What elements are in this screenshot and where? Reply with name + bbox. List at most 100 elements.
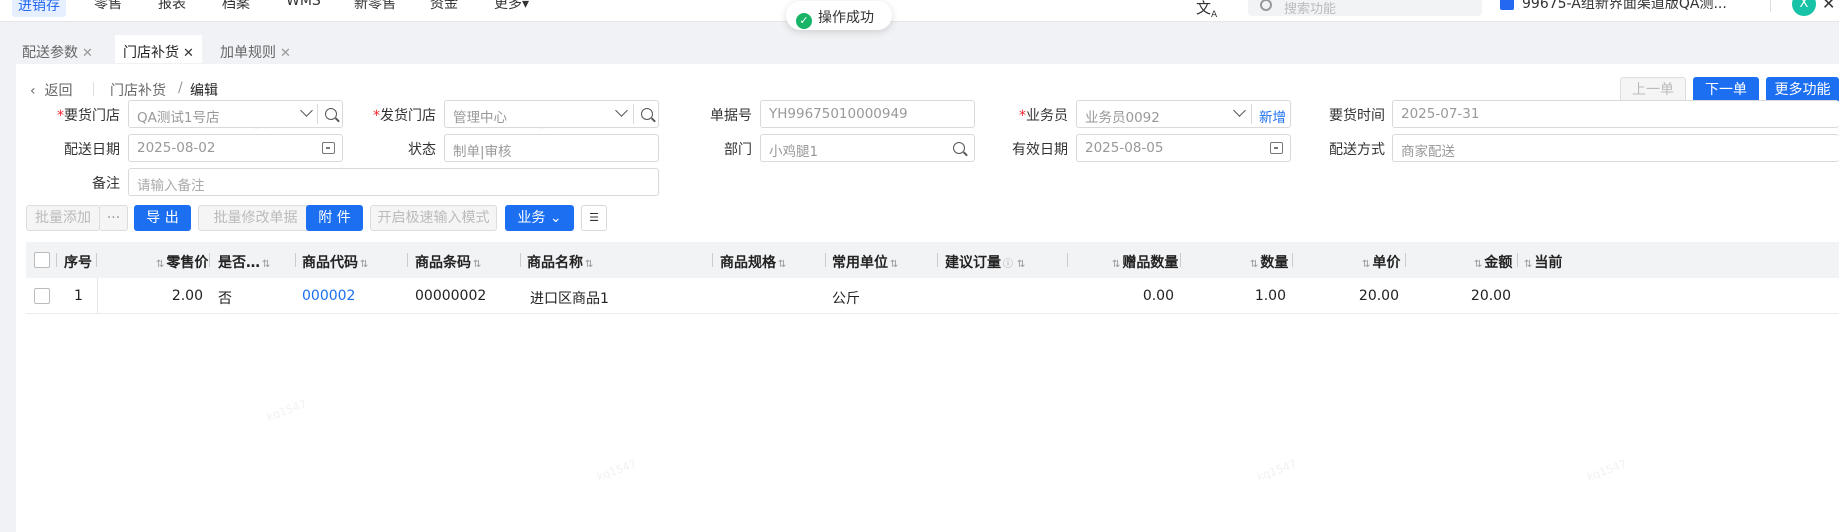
column-header[interactable]: 商品代码 ⇅: [302, 252, 370, 272]
menu-retail[interactable]: 零售: [94, 0, 122, 13]
divider: [93, 82, 94, 96]
search-icon[interactable]: [641, 108, 653, 120]
column-header[interactable]: ⇅ 数量: [1248, 252, 1288, 272]
global-search-input[interactable]: 搜索功能: [1248, 0, 1482, 17]
info-icon: ⓘ: [1003, 259, 1013, 270]
more-actions-button[interactable]: ···: [99, 205, 128, 231]
table-row[interactable]: 1 2.00 否 000002 00000002 进口区商品1 公斤 0.00 …: [26, 278, 1839, 314]
close-icon[interactable]: ✕: [1822, 0, 1835, 13]
request-store-select[interactable]: QA测试1号店: [128, 100, 343, 128]
valid-date-picker[interactable]: 2025-08-05: [1076, 134, 1291, 162]
watermark: kq1547: [265, 397, 309, 424]
avatar[interactable]: X: [1792, 0, 1816, 16]
check-circle-icon: ✓: [796, 13, 812, 29]
remark-label: 备注: [92, 176, 120, 192]
column-header[interactable]: ⇅ 金额: [1472, 252, 1512, 272]
watermark: kq1547: [1585, 457, 1629, 484]
chevron-down-icon: [300, 104, 313, 117]
status-field: 制单|审核: [444, 134, 659, 162]
column-header[interactable]: 商品条码 ⇅: [415, 252, 483, 272]
column-header[interactable]: ⇅ 赠品数量: [1110, 252, 1178, 272]
tab-delivery-params[interactable]: 配送参数 ✕: [14, 35, 101, 63]
chevron-down-icon: [1233, 104, 1246, 117]
main-content: kq1547 kq1547 kq1547 kq1547 kq1547 kq154…: [16, 64, 1839, 532]
store-selector[interactable]: 99675-A组新界面渠道版QA测...: [1500, 0, 1727, 13]
tab-close-icon[interactable]: ✕: [280, 46, 291, 61]
watermark: kq1547: [1255, 457, 1299, 484]
tab-close-icon[interactable]: ✕: [183, 46, 194, 61]
cell-unit: 公斤: [832, 291, 860, 307]
left-sidebar-strip: [0, 64, 16, 532]
watermark: kq1547: [595, 457, 639, 484]
remark-input[interactable]: 请输入备注: [128, 168, 659, 196]
quick-input-button[interactable]: 开启极速输入模式: [370, 205, 497, 231]
column-header[interactable]: 商品名称 ⇅: [527, 252, 595, 272]
salesman-label: *业务员: [1019, 108, 1068, 124]
table-header: 序号 ⇅ 零售价 是否… ⇅ 商品代码 ⇅ 商品条码 ⇅ 商品名称 ⇅ 商品规格 ⇅ 常用单…: [26, 242, 1839, 278]
column-header[interactable]: ⇅ 单价: [1360, 252, 1400, 272]
store-icon: [1500, 0, 1514, 10]
request-time-field[interactable]: 2025-07-31: [1392, 100, 1839, 128]
row-checkbox[interactable]: [34, 288, 50, 304]
cell-retail-price: 2.00: [171, 288, 203, 304]
menu-reports[interactable]: 报表: [158, 0, 186, 13]
doc-number-label: 单据号: [710, 108, 752, 124]
delivery-method-select[interactable]: 商家配送: [1392, 134, 1839, 162]
calendar-icon: [1270, 142, 1283, 154]
delivery-date-label: 配送日期: [64, 142, 120, 158]
column-header[interactable]: 是否… ⇅: [218, 252, 272, 272]
tab-add-order-rules[interactable]: 加单规则 ✕: [212, 35, 299, 63]
success-toast: ✓ 操作成功: [786, 1, 892, 30]
cell-flag: 否: [218, 291, 232, 307]
column-header[interactable]: ⇅ 零售价: [154, 252, 208, 272]
divider: [1770, 0, 1771, 12]
tab-close-icon[interactable]: ✕: [82, 46, 93, 61]
cell-product-code-link[interactable]: 000002: [302, 288, 355, 304]
business-dropdown-button[interactable]: 业务 ⌄: [505, 205, 574, 231]
batch-modify-button[interactable]: 批量修改单据: [198, 205, 313, 231]
ship-store-label: *发货门店: [373, 108, 436, 124]
cell-unit-price: 20.00: [1358, 288, 1399, 304]
chevron-down-icon: [615, 104, 628, 117]
column-settings-icon[interactable]: ☰: [581, 205, 607, 231]
menu-more[interactable]: 更多▾: [494, 0, 529, 13]
cell-index: 1: [74, 288, 83, 304]
batch-add-button[interactable]: 批量添加: [26, 205, 100, 231]
attachment-button[interactable]: 附 件: [306, 205, 363, 231]
breadcrumb-parent[interactable]: 门店补货: [110, 80, 166, 100]
search-icon[interactable]: [953, 142, 965, 154]
delivery-date-picker[interactable]: 2025-08-02: [128, 134, 343, 162]
column-header[interactable]: ⇅ 当前: [1522, 252, 1562, 272]
menu-inventory[interactable]: 进销存: [12, 0, 66, 17]
valid-date-label: 有效日期: [1012, 142, 1068, 158]
column-header[interactable]: 商品规格 ⇅: [720, 252, 788, 272]
salesman-select[interactable]: 业务员0092 新增: [1076, 100, 1291, 128]
add-salesman-link[interactable]: 新增: [1259, 106, 1286, 126]
cell-gift-qty: 0.00: [1142, 288, 1174, 304]
tab-store-replenish[interactable]: 门店补货 ✕: [115, 35, 202, 63]
breadcrumb-current: 编辑: [190, 83, 218, 99]
calendar-icon: [322, 142, 335, 154]
cell-barcode: 00000002: [415, 288, 487, 304]
column-header[interactable]: 建议订量 ⓘ ⇅: [945, 252, 1027, 272]
column-header: 序号: [64, 255, 92, 271]
status-label: 状态: [408, 142, 436, 158]
request-store-label: *要货门店: [57, 108, 120, 124]
department-select[interactable]: 小鸡腿1: [760, 134, 975, 162]
menu-funds[interactable]: 资金: [430, 0, 458, 13]
cell-product-name: 进口区商品1: [530, 291, 609, 307]
search-icon[interactable]: [325, 108, 337, 120]
search-icon: [1260, 0, 1272, 11]
translate-icon[interactable]: 文A: [1196, 0, 1217, 20]
select-all-checkbox[interactable]: [34, 252, 50, 268]
back-button[interactable]: ‹ 返回: [30, 80, 73, 100]
breadcrumb-separator: /: [178, 80, 183, 96]
export-button[interactable]: 导 出: [134, 205, 191, 231]
menu-archive[interactable]: 档案: [222, 0, 250, 13]
menu-wms[interactable]: WMS: [286, 0, 321, 9]
ship-store-select[interactable]: 管理中心: [444, 100, 659, 128]
page-tabs: 配送参数 ✕ 门店补货 ✕ 加单规则 ✕: [0, 30, 1839, 64]
doc-number-field: YH99675010000949: [760, 100, 975, 128]
column-header[interactable]: 常用单位 ⇅: [832, 252, 900, 272]
menu-new-retail[interactable]: 新零售: [354, 0, 396, 13]
